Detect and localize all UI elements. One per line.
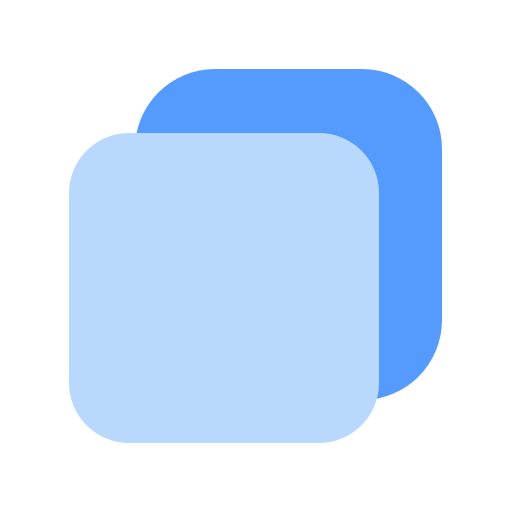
copy-icon (0, 0, 512, 512)
front-square-shape (69, 133, 379, 443)
